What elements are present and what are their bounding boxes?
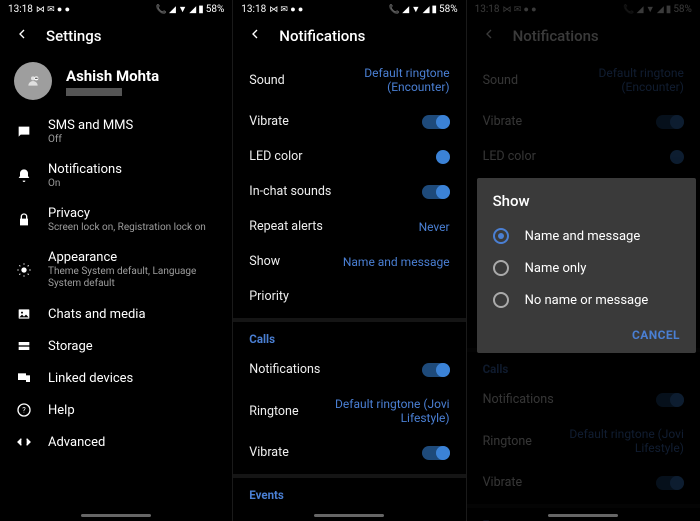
status-battery: 58% [206,4,225,15]
nav-bar[interactable] [548,514,618,517]
storage-icon [14,338,34,354]
back-button[interactable] [247,26,265,46]
ringtone-row[interactable]: Ringtone Default ringtone (Jovi Lifestyl… [233,387,465,435]
events-header: Events [233,474,465,508]
code-icon [14,434,34,450]
radio-option-no-name-or-message[interactable]: No name or message [483,284,690,316]
notifications-screen: 13:18⋈ ✉ ● ● 📞 ◢ ▼ ◢▮58% Notifications S… [233,0,466,521]
vibrate-row[interactable]: Vibrate [233,104,465,139]
profile-name: Ashish Mohta [66,67,159,85]
vibrate-toggle[interactable] [422,115,450,129]
storage-row[interactable]: Storage [0,330,232,362]
settings-screen: 13:18 ⋈ ✉ ● ● 📞 ◢ ▼ ◢ ▮ 58% Settings Ash… [0,0,233,521]
inchat-row[interactable]: In-chat sounds [233,174,465,209]
sound-row[interactable]: Sound Default ringtone (Encounter) [233,56,465,104]
radio-icon [493,228,509,244]
lock-icon [14,212,34,228]
radio-option-name-only[interactable]: Name only [483,252,690,284]
chat-bubble-icon [14,124,34,140]
nav-bar[interactable] [81,514,151,517]
radio-icon [493,292,509,308]
sound-value: Default ringtone (Encounter) [320,66,450,94]
avatar [14,62,52,100]
sms-row[interactable]: SMS and MMSOff [0,110,232,154]
appearance-row[interactable]: AppearanceTheme System default, Language… [0,242,232,298]
priority-row[interactable]: Priority [233,279,465,314]
status-bar: 13:18⋈ ✉ ● ● 📞 ◢ ▼ ◢▮58% [233,0,465,18]
repeat-value: Never [419,220,450,234]
page-title: Settings [46,27,102,45]
calls-header: Calls [233,318,465,352]
calls-vibrate-toggle[interactable] [422,446,450,460]
svg-text:?: ? [22,406,26,415]
header: Settings [0,18,232,56]
show-row[interactable]: Show Name and message [233,244,465,279]
status-bar: 13:18 ⋈ ✉ ● ● 📞 ◢ ▼ ◢ ▮ 58% [0,0,232,18]
calls-notif-row[interactable]: Notifications [233,352,465,387]
inchat-toggle[interactable] [422,185,450,199]
status-time: 13:18 [8,4,33,15]
notifications-dialog-screen: 13:18⋈ ✉ ● ● 📞 ◢ ▼ ◢▮58% Notifications S… [467,0,700,521]
image-icon [14,306,34,322]
notifications-row[interactable]: NotificationsOn [0,154,232,198]
radio-option-name-and-message[interactable]: Name and message [483,220,690,252]
signal-icon: 📞 ◢ ▼ ◢ [156,4,197,15]
show-dialog: Show Name and message Name only No name … [477,178,696,353]
help-icon: ? [14,402,34,418]
privacy-row[interactable]: PrivacyScreen lock on, Registration lock… [0,198,232,242]
nav-bar[interactable] [314,514,384,517]
led-dot[interactable] [436,150,450,164]
profile-sub-redacted [66,88,122,96]
calls-vibrate-row[interactable]: Vibrate [233,435,465,470]
brightness-icon [14,262,34,278]
calls-notif-toggle[interactable] [422,363,450,377]
back-button[interactable] [14,26,32,46]
linked-devices-row[interactable]: Linked devices [0,362,232,394]
ringtone-value: Default ringtone (Jovi Lifestyle) [320,397,450,425]
advanced-row[interactable]: Advanced [0,426,232,458]
header: Notifications [233,18,465,56]
radio-icon [493,260,509,276]
repeat-row[interactable]: Repeat alerts Never [233,209,465,244]
cancel-button[interactable]: CANCEL [632,328,680,342]
show-value: Name and message [343,255,450,269]
chats-media-row[interactable]: Chats and media [0,298,232,330]
help-row[interactable]: ? Help [0,394,232,426]
dialog-title: Show [483,192,690,220]
page-title: Notifications [279,27,365,45]
led-row[interactable]: LED color [233,139,465,174]
devices-icon [14,370,34,386]
battery-icon: ▮ [198,4,204,15]
bell-icon [14,168,34,184]
status-icons-left: ⋈ ✉ ● ● [36,4,70,15]
profile-row[interactable]: Ashish Mohta [0,56,232,110]
